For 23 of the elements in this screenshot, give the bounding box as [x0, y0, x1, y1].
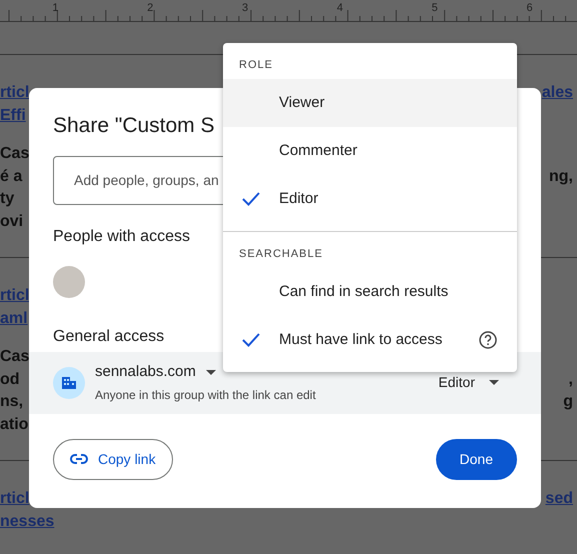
menu-section-heading: ROLE [239, 58, 273, 73]
document-text: ns, [0, 392, 24, 412]
document-text: ng, [549, 166, 574, 186]
ruler-number: 2 [147, 2, 154, 14]
dialog-title: Share "Custom S [53, 114, 215, 137]
access-description: Anyone in this group with the link can edit [95, 387, 317, 404]
document-text: od [0, 370, 20, 390]
ruler-number: 3 [242, 2, 248, 14]
document-text: é a [0, 166, 22, 186]
ruler-number: 5 [432, 2, 438, 14]
ruler-number: 6 [526, 2, 533, 14]
document-text: Cas [0, 347, 30, 367]
document-text: atio [0, 414, 28, 434]
document-text: Cas [0, 144, 30, 164]
document-text: ty [0, 189, 14, 209]
document-text: g [563, 392, 574, 412]
ruler-number: 1 [52, 2, 58, 14]
menu-section-heading: SEARCHABLE [239, 246, 323, 262]
document-text: ovi [0, 212, 24, 232]
document-text: , [568, 370, 574, 390]
ruler-number: 4 [336, 2, 343, 14]
section-heading: General access [53, 328, 164, 344]
section-heading: People with access [53, 228, 190, 244]
